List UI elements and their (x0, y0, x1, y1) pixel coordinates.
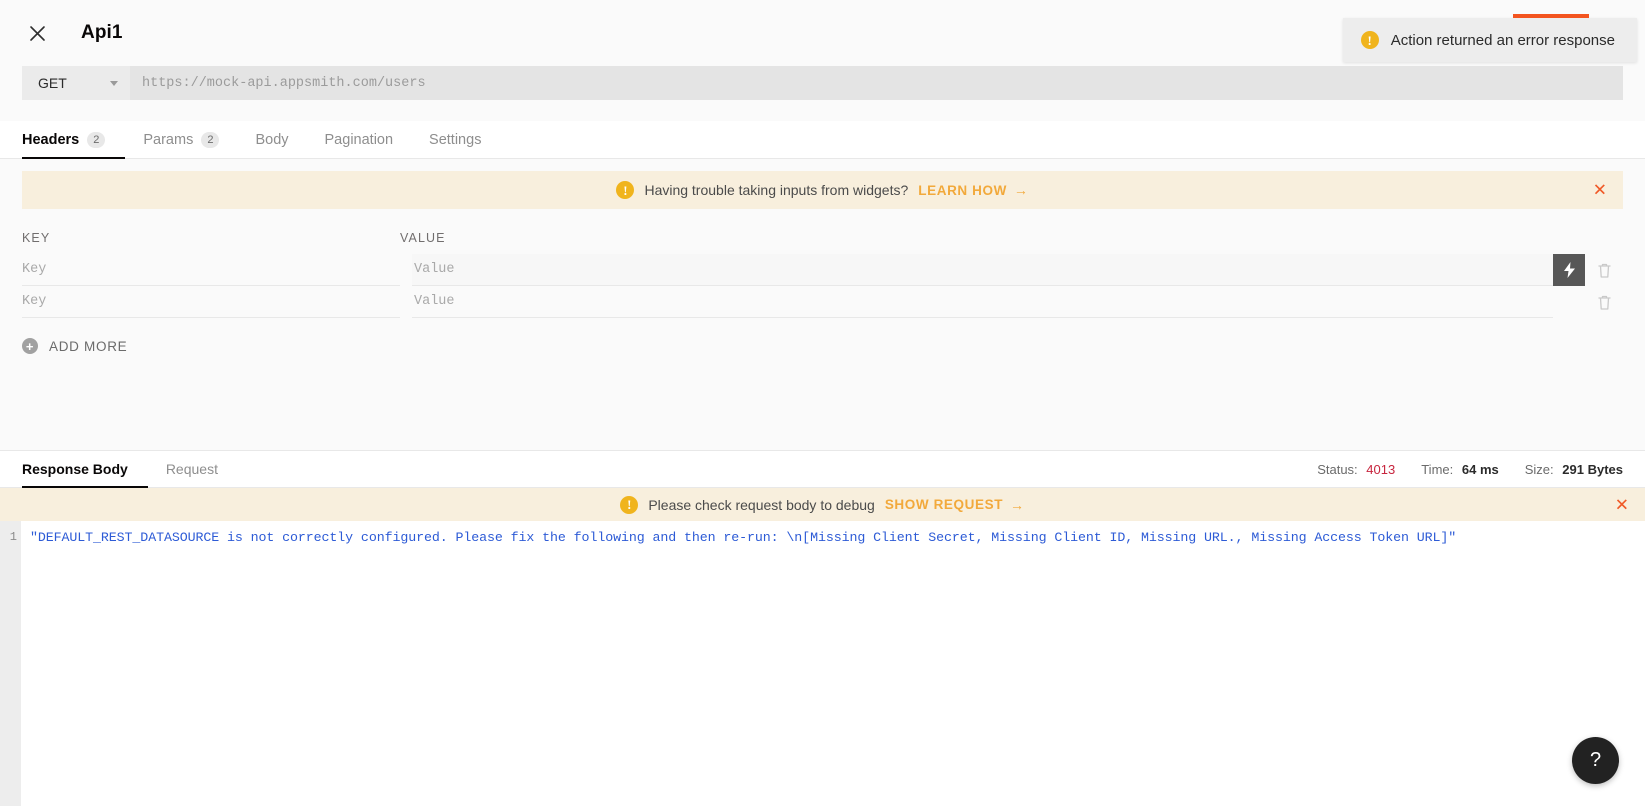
key-placeholder: Key (22, 294, 47, 309)
tab-request[interactable]: Request (148, 452, 236, 488)
http-method-value: GET (38, 75, 67, 91)
time-meta: Time: 64 ms (1421, 462, 1499, 477)
table-row: Key Value (22, 286, 1623, 318)
response-body-text: "DEFAULT_REST_DATASOURCE is not correctl… (30, 530, 1457, 545)
tab-params[interactable]: Params 2 (125, 122, 237, 159)
size-label: Size: (1524, 461, 1554, 477)
arrow-right-icon: → (1013, 182, 1029, 198)
response-pane: Response Body Request Status: 4013 Time:… (0, 450, 1645, 806)
toast-message: Action returned an error response (1390, 31, 1615, 49)
size-meta: Size: 291 Bytes (1525, 462, 1623, 477)
learn-how-link[interactable]: LEARN HOW → (918, 182, 1028, 198)
tab-body[interactable]: Body (237, 122, 306, 159)
http-method-select[interactable]: GET (22, 66, 130, 100)
show-request-label: SHOW REQUEST (884, 497, 1004, 512)
delete-row-button[interactable] (1585, 263, 1623, 278)
error-toast[interactable]: ! Action returned an error response (1342, 14, 1637, 62)
response-body-code[interactable]: 1 "DEFAULT_REST_DATASOURCE is not correc… (0, 521, 1645, 806)
warning-icon: ! (616, 181, 635, 199)
tab-headers-label: Headers (22, 131, 80, 148)
line-number-gutter: 1 (0, 521, 21, 806)
info-banner-text: Having trouble taking inputs from widget… (644, 182, 909, 198)
status-label: Status: (1317, 461, 1358, 477)
lightning-icon[interactable] (1553, 254, 1585, 286)
close-icon[interactable]: ✕ (1615, 496, 1629, 513)
tab-settings-label: Settings (429, 131, 482, 148)
headers-table: KEY VALUE Key Value Key Value (22, 209, 1623, 318)
tab-request-label: Request (165, 461, 218, 477)
delete-row-button[interactable] (1585, 295, 1623, 310)
url-input[interactable]: https://mock-api.appsmith.com/users (130, 66, 1623, 100)
tab-pagination[interactable]: Pagination (307, 122, 412, 159)
close-icon[interactable] (22, 18, 52, 48)
debug-banner: ! Please check request body to debug SHO… (0, 488, 1645, 521)
column-header-key: KEY (22, 231, 51, 245)
info-banner: ! Having trouble taking inputs from widg… (22, 171, 1623, 209)
learn-how-label: LEARN HOW (918, 182, 1007, 198)
close-icon[interactable]: ✕ (1593, 182, 1607, 199)
table-header-row: KEY VALUE (22, 231, 1623, 254)
tab-response-body[interactable]: Response Body (22, 452, 148, 488)
line-number: 1 (9, 530, 17, 544)
key-placeholder: Key (22, 262, 47, 277)
url-placeholder: https://mock-api.appsmith.com/users (142, 75, 426, 91)
status-value: 4013 (1366, 461, 1396, 477)
tab-response-body-label: Response Body (22, 461, 128, 477)
response-meta: Status: 4013 Time: 64 ms Size: 291 Bytes (1317, 451, 1645, 487)
value-placeholder: Value (414, 294, 455, 309)
help-icon: ? (1589, 749, 1602, 771)
status-badge: Status: 4013 (1317, 462, 1395, 477)
request-tabs: Headers 2 Params 2 Body Pagination Setti… (0, 121, 1645, 159)
value-placeholder: Value (414, 262, 455, 277)
tab-settings[interactable]: Settings (411, 122, 499, 159)
value-input[interactable]: Value (412, 254, 1553, 286)
help-button[interactable]: ? (1572, 737, 1619, 784)
size-value: 291 Bytes (1562, 461, 1623, 477)
key-input[interactable]: Key (22, 286, 400, 318)
tab-params-count: 2 (201, 131, 220, 148)
tab-params-label: Params (143, 131, 194, 148)
time-label: Time: (1421, 461, 1454, 477)
chevron-down-icon (110, 80, 118, 86)
request-url-bar: GET https://mock-api.appsmith.com/users (22, 66, 1623, 100)
show-request-link[interactable]: SHOW REQUEST → (885, 497, 1025, 513)
add-more-button[interactable]: + ADD MORE (22, 338, 1645, 354)
add-more-label: ADD MORE (49, 338, 128, 354)
response-tabs: Response Body Request Status: 4013 Time:… (0, 451, 1645, 488)
tab-pagination-label: Pagination (324, 131, 394, 148)
table-row: Key Value (22, 254, 1623, 286)
api-editor-page: ! Action returned an error response Api1… (0, 0, 1645, 806)
tab-headers-count: 2 (87, 131, 106, 148)
arrow-right-icon: → (1010, 496, 1025, 513)
time-value: 64 ms (1461, 461, 1499, 477)
column-header-value: VALUE (400, 231, 446, 245)
page-title: Api1 (81, 22, 123, 43)
warning-icon: ! (620, 495, 639, 514)
tab-body-label: Body (255, 131, 289, 148)
key-input[interactable]: Key (22, 254, 400, 286)
plus-icon: + (22, 338, 38, 354)
tab-headers[interactable]: Headers 2 (22, 122, 126, 159)
value-input[interactable]: Value (412, 286, 1553, 318)
warning-icon: ! (1360, 31, 1379, 49)
debug-banner-text: Please check request body to debug (648, 496, 875, 513)
